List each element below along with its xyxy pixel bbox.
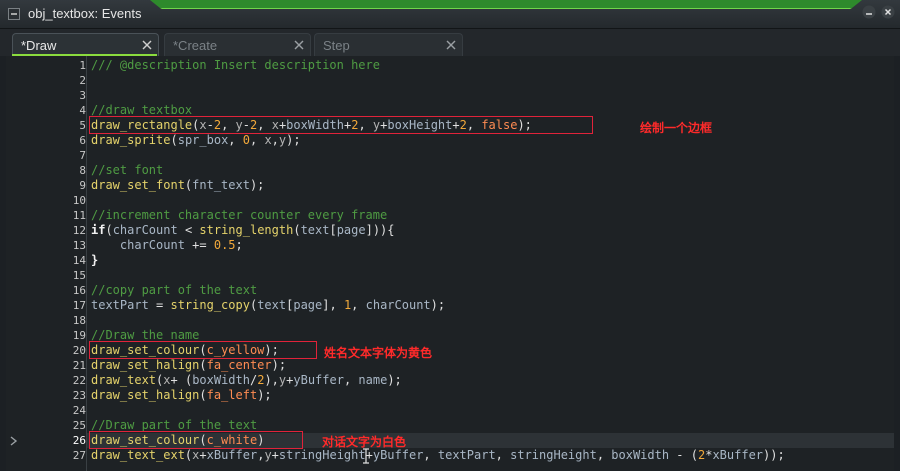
code-line: } (91, 253, 99, 267)
code-line: //set font (91, 163, 164, 177)
line-number: 25 (72, 419, 86, 432)
line-number: 7 (79, 149, 86, 162)
tab-step[interactable]: Step (314, 33, 463, 57)
collapse-icon[interactable] (8, 8, 20, 20)
code-line: if(charCount < string_length(text[page])… (91, 223, 395, 237)
tab-close-icon[interactable] (142, 40, 152, 50)
event-tab-bar: *Draw *Create Step (0, 29, 900, 57)
line-number: 12 (72, 224, 86, 237)
code-line: //increment character counter every fram… (91, 208, 388, 222)
line-number: 1 (79, 59, 86, 72)
code-line: draw_sprite(spr_box, 0, x,y); (91, 133, 301, 147)
code-line: draw_set_font(fnt_text); (91, 178, 265, 192)
tab-label: *Create (173, 38, 218, 53)
code-line: textPart = string_copy(text[page], 1, ch… (91, 298, 446, 312)
line-number: 9 (79, 179, 86, 192)
line-number: 17 (72, 299, 86, 312)
line-number: 4 (79, 104, 86, 117)
window-title: obj_textbox: Events (28, 6, 142, 21)
line-number: 2 (79, 74, 86, 87)
annotation-box-white (89, 431, 303, 449)
annotation-box-yellow (89, 341, 317, 359)
line-number: 23 (72, 389, 86, 402)
minimize-icon[interactable] (862, 5, 876, 19)
line-number: 20 (72, 344, 86, 357)
line-number: 21 (72, 359, 86, 372)
line-number-gutter: 1 2 3 4 5 6 7 8 9 10 11 12 13 14 15 16 17 18 19 20 21 22 23 24 2… (6, 56, 86, 471)
line-number: 15 (72, 269, 86, 282)
line-number: 18 (72, 314, 86, 327)
title-bar[interactable]: obj_textbox: Events (0, 0, 900, 29)
title-accent-bar (150, 0, 862, 9)
line-number: 13 (72, 239, 86, 252)
code-line: charCount += 0.5; (119, 238, 243, 252)
tab-label: Step (323, 38, 350, 53)
line-number: 26 (72, 434, 86, 447)
code-line: draw_text_ext(x+xBuffer,y+stringHeight+y… (91, 448, 785, 462)
tab-close-icon[interactable] (294, 40, 304, 50)
line-number: 6 (79, 134, 86, 147)
annotation-box-rectangle (89, 116, 593, 134)
ibeam-cursor-icon (363, 448, 369, 464)
line-number: 11 (72, 209, 86, 222)
code-line: /// @description Insert description here (91, 58, 380, 72)
line-number: 19 (72, 329, 86, 342)
line-number: 5 (79, 119, 86, 132)
code-line: //copy part of the text (91, 283, 258, 297)
line-number: 16 (72, 284, 86, 297)
line-number: 10 (72, 194, 86, 207)
line-number: 27 (72, 449, 86, 462)
line-number: 22 (72, 374, 86, 387)
annotation-rect-note: 绘制一个边框 (640, 121, 713, 135)
line-number: 14 (72, 254, 86, 267)
gutter-divider (86, 56, 87, 471)
code-editor[interactable]: 1 2 3 4 5 6 7 8 9 10 11 12 13 14 15 16 17 18 19 20 21 22 23 24 2… (6, 56, 894, 471)
line-number: 3 (79, 89, 86, 102)
current-line-arrow-icon (10, 436, 18, 446)
tab-label: *Draw (21, 38, 57, 53)
line-number: 24 (72, 404, 86, 417)
event-editor-window: obj_textbox: Events *Draw *Create Step 1… (0, 0, 900, 471)
close-icon[interactable] (881, 5, 895, 19)
code-line: draw_set_halign(fa_left); (91, 388, 272, 402)
annotation-name-note: 姓名文本字体为黄色 (324, 346, 433, 360)
code-line: draw_set_halign(fa_center); (91, 358, 287, 372)
code-line: draw_text(x+ (boxWidth/2),y+yBuffer, nam… (91, 373, 402, 387)
tab-close-icon[interactable] (446, 40, 456, 50)
tab-create[interactable]: *Create (164, 33, 311, 57)
line-number: 8 (79, 164, 86, 177)
